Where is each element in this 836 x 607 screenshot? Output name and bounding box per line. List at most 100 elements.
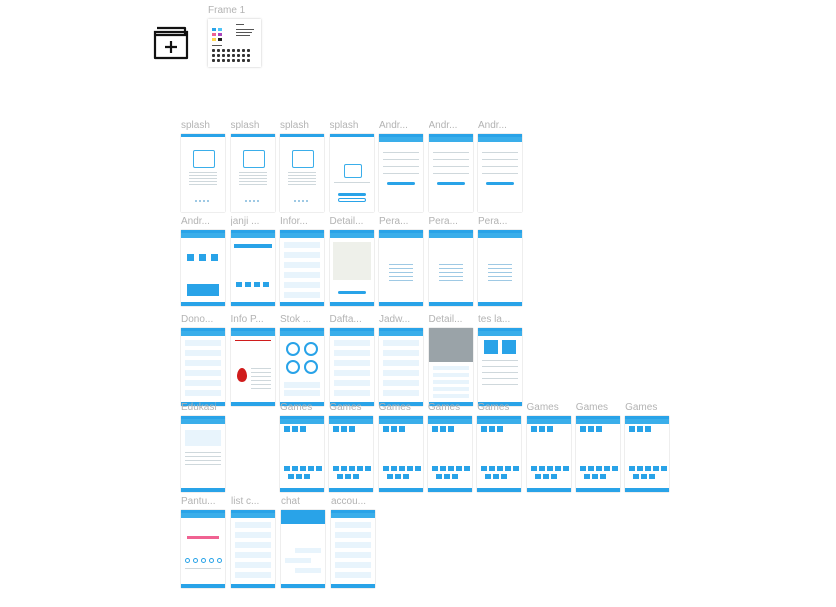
frame-thumbnail-list[interactable] — [181, 328, 225, 406]
frame-label[interactable]: Andr... — [478, 120, 522, 131]
list-item — [284, 262, 320, 268]
header-photo — [428, 328, 473, 362]
frame-thumbnail-list[interactable] — [331, 510, 375, 588]
frame-label[interactable]: Infor... — [280, 216, 324, 227]
letter-tile — [382, 426, 389, 432]
text-line — [488, 272, 512, 273]
frame-label[interactable]: tes la... — [478, 314, 522, 325]
text-line — [288, 181, 316, 182]
frame-thumbnail-game[interactable] — [575, 416, 620, 492]
frame-label[interactable]: Andr... — [429, 120, 473, 131]
letter-tile — [382, 466, 389, 471]
frame-thumbnail-list[interactable] — [329, 328, 374, 406]
frame-label[interactable]: Games — [625, 402, 669, 413]
frame-label[interactable]: splash — [280, 120, 324, 131]
frame-thumbnail-list[interactable] — [280, 230, 324, 306]
app-header — [427, 419, 472, 424]
frame-label[interactable]: Pera... — [429, 216, 473, 227]
frame-thumbnail-game[interactable] — [280, 416, 324, 492]
frame-thumbnail-game[interactable] — [378, 416, 423, 492]
text-line — [250, 372, 271, 373]
frame-label[interactable]: Games — [477, 402, 521, 413]
list-item — [333, 370, 370, 376]
frame-thumbnail-edu[interactable] — [181, 416, 225, 492]
frame-label[interactable]: Games — [576, 402, 620, 413]
frame-thumbnail-chat[interactable] — [281, 510, 325, 588]
frame-label[interactable]: Andr... — [379, 120, 423, 131]
frame-label[interactable]: splash — [181, 120, 225, 131]
frame-thumbnail-text[interactable] — [478, 230, 522, 306]
input-line — [383, 173, 419, 174]
frame-label[interactable]: list c... — [231, 496, 275, 507]
frame-thumbnail-info[interactable] — [230, 328, 275, 406]
frame-label[interactable]: chat — [281, 496, 325, 507]
text-line — [189, 172, 217, 173]
frame-label[interactable]: accou... — [331, 496, 375, 507]
list-item — [185, 360, 221, 366]
frame-thumbnail-calendar[interactable] — [230, 230, 275, 306]
submit-button — [486, 182, 514, 185]
frame1-label[interactable]: Frame 1 — [208, 5, 245, 16]
frame-label[interactable]: splash — [330, 120, 374, 131]
frame-thumbnail-game[interactable] — [477, 416, 522, 492]
glyph-icon — [242, 59, 245, 62]
frame-label[interactable]: Detail... — [429, 314, 473, 325]
letter-tile — [645, 426, 652, 432]
text-line — [185, 464, 221, 465]
frame-thumbnail-game[interactable] — [329, 416, 374, 492]
page-indicator — [244, 200, 261, 202]
style-guide-frame[interactable] — [208, 19, 261, 67]
frame-label[interactable]: Dafta... — [330, 314, 374, 325]
frame-thumbnail-game[interactable] — [625, 416, 670, 492]
frame-thumbnail-form[interactable] — [379, 134, 423, 212]
letter-tile — [443, 474, 450, 479]
list-item — [335, 562, 371, 568]
frame-label[interactable]: Andr... — [181, 216, 225, 227]
letter-tile — [357, 466, 364, 471]
frame-thumbnail-home[interactable] — [181, 230, 225, 306]
result-card — [484, 340, 498, 354]
frame-label[interactable]: Dono... — [181, 314, 225, 325]
folder-plus-icon[interactable] — [152, 25, 190, 61]
frame-thumbnail-splash[interactable] — [181, 134, 225, 212]
frame-thumbnail-form[interactable] — [428, 134, 473, 212]
frame-thumbnail-form[interactable] — [478, 134, 522, 212]
frame-thumbnail-stock[interactable] — [280, 328, 324, 406]
text-style-sample — [212, 45, 222, 46]
frame-thumbnail-photo[interactable] — [428, 328, 473, 406]
frame-label[interactable]: Games — [428, 402, 472, 413]
frame-thumbnail-text[interactable] — [379, 230, 423, 306]
frame-label[interactable]: Pantu... — [181, 496, 225, 507]
frame-thumbnail-test[interactable] — [478, 328, 522, 406]
frame-thumbnail-map[interactable] — [329, 230, 374, 306]
frame-label[interactable]: Edukasi — [181, 402, 225, 413]
frame-thumbnail-game[interactable] — [526, 416, 571, 492]
frame-thumbnail-game[interactable] — [427, 416, 472, 492]
chat-bubble — [295, 548, 321, 553]
frame-thumbnail-progress[interactable] — [181, 510, 225, 588]
frame-thumbnail-text[interactable] — [428, 230, 473, 306]
frame-label[interactable]: Jadw... — [379, 314, 423, 325]
glyph-icon — [227, 54, 230, 57]
text-line — [482, 360, 518, 361]
frame-thumbnail-splash[interactable] — [280, 134, 324, 212]
frame-label[interactable]: Pera... — [379, 216, 423, 227]
frame-label[interactable]: Games — [329, 402, 373, 413]
next-button — [337, 193, 366, 196]
frame-label[interactable]: splash — [231, 120, 275, 131]
frame-label[interactable]: Games — [527, 402, 571, 413]
frame-label[interactable]: Games — [379, 402, 423, 413]
frame-label[interactable]: janji ... — [231, 216, 275, 227]
frame-label[interactable]: Pera... — [478, 216, 522, 227]
frame-label[interactable]: Stok ... — [280, 314, 324, 325]
glyph-icon — [222, 54, 225, 57]
frame-thumbnail-splash[interactable] — [230, 134, 275, 212]
bottom-nav — [231, 584, 275, 588]
frame-label[interactable]: Detail... — [330, 216, 374, 227]
text-line — [482, 384, 518, 385]
frame-thumbnail-list[interactable] — [231, 510, 275, 588]
frame-label[interactable]: Games — [280, 402, 324, 413]
frame-thumbnail-splash-btn[interactable] — [329, 134, 374, 212]
frame-label[interactable]: Info P... — [231, 314, 275, 325]
frame-thumbnail-list[interactable] — [379, 328, 423, 406]
